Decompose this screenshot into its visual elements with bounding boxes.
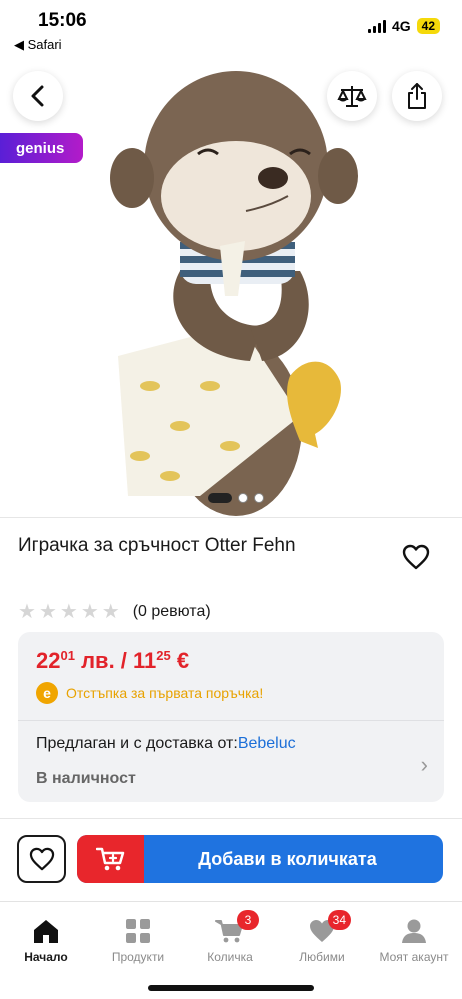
status-time: 15:06 (38, 10, 87, 31)
seller-label: Предлаган и с доставка от: (36, 735, 238, 752)
price-eur-main: 11 (133, 648, 157, 673)
tab-label: Начало (24, 950, 68, 964)
scales-icon (337, 86, 367, 107)
user-icon (399, 916, 429, 946)
favorites-badge: 34 (327, 910, 351, 930)
price-eur-cents: 25 (156, 648, 171, 663)
heart-outline-icon (29, 847, 54, 871)
product-image (110, 71, 358, 516)
network-type: 4G (391, 18, 411, 34)
tab-label: Количка (207, 950, 253, 964)
card-divider (18, 720, 444, 721)
add-to-cart-label: Добави в количката (198, 848, 377, 869)
favorite-toggle-button[interactable] (17, 835, 66, 883)
discount-e-icon: e (36, 682, 58, 704)
cart-badge: 3 (237, 910, 259, 930)
chevron-right-icon[interactable]: › (421, 752, 428, 778)
tab-account[interactable]: Моят акаунт (368, 916, 460, 964)
tab-favorites[interactable]: 34 Любими (276, 910, 368, 964)
back-to-safari-link[interactable]: ◀ Safari (14, 37, 62, 53)
status-indicators: 4G 42 (367, 18, 440, 34)
price-bgn-cents: 01 (60, 648, 75, 663)
divider (0, 818, 462, 819)
seller-row[interactable]: Предлаган и с доставка от:Bebeluc (36, 735, 296, 753)
product-image-carousel[interactable]: genius (0, 56, 462, 517)
grid-icon (123, 916, 153, 946)
compare-button[interactable] (327, 71, 377, 121)
carousel-dots[interactable] (208, 493, 264, 503)
battery-icon: 42 (416, 18, 440, 34)
star-icon: ★ (101, 601, 120, 623)
heart-icon: 34 (307, 910, 351, 946)
divider (0, 517, 462, 518)
star-icon: ★ (18, 601, 36, 623)
price-bgn-main: 22 (36, 648, 61, 673)
share-icon (408, 83, 426, 109)
home-indicator[interactable] (148, 985, 314, 991)
offer-card: 2201 лв. / 1125 € e Отстъпка за първата … (18, 632, 444, 802)
carousel-dot-active[interactable] (208, 493, 232, 503)
tab-label: Любими (299, 950, 345, 964)
tab-home[interactable]: Начало (0, 916, 92, 964)
carousel-dot[interactable] (238, 493, 248, 503)
promo-text: Отстъпка за първата поръчка! (66, 685, 264, 701)
add-to-favorites-button[interactable] (400, 542, 432, 572)
price: 2201 лв. / 1125 € (36, 648, 189, 674)
reviews-count[interactable]: (0 ревюта) (133, 603, 211, 621)
heart-outline-icon (402, 544, 430, 570)
tab-label: Продукти (111, 950, 165, 964)
seller-link[interactable]: Bebeluc (238, 735, 296, 752)
chevron-left-icon (31, 85, 44, 107)
stock-status: В наличност (36, 770, 136, 787)
carousel-dot[interactable] (254, 493, 264, 503)
star-icon: ★ (38, 601, 57, 623)
tab-label: Моят акаунт (379, 950, 449, 964)
cart-icon: 3 (215, 910, 259, 946)
signal-icon (367, 19, 386, 33)
tab-cart[interactable]: 3 Количка (184, 910, 276, 964)
rating-row[interactable]: ★ ★ ★ ★ ★ (0 ревюта) (18, 602, 211, 622)
first-order-discount[interactable]: e Отстъпка за първата поръчка! (36, 682, 263, 704)
home-icon (31, 916, 61, 946)
star-icon: ★ (80, 601, 99, 623)
product-title: Играчка за сръчност Otter Fehn (18, 535, 296, 556)
price-bgn-unit: лв. / (74, 648, 134, 673)
status-bar: 15:06 ◀ Safari 4G 42 (0, 0, 462, 56)
genius-badge: genius (0, 133, 83, 163)
share-button[interactable] (392, 71, 442, 121)
cart-plus-icon (77, 835, 144, 883)
price-eur-unit: € (170, 648, 190, 673)
add-to-cart-button[interactable]: Добави в количката (77, 835, 443, 883)
tab-products[interactable]: Продукти (92, 916, 184, 964)
back-button[interactable] (13, 71, 63, 121)
star-icon: ★ (59, 601, 78, 623)
